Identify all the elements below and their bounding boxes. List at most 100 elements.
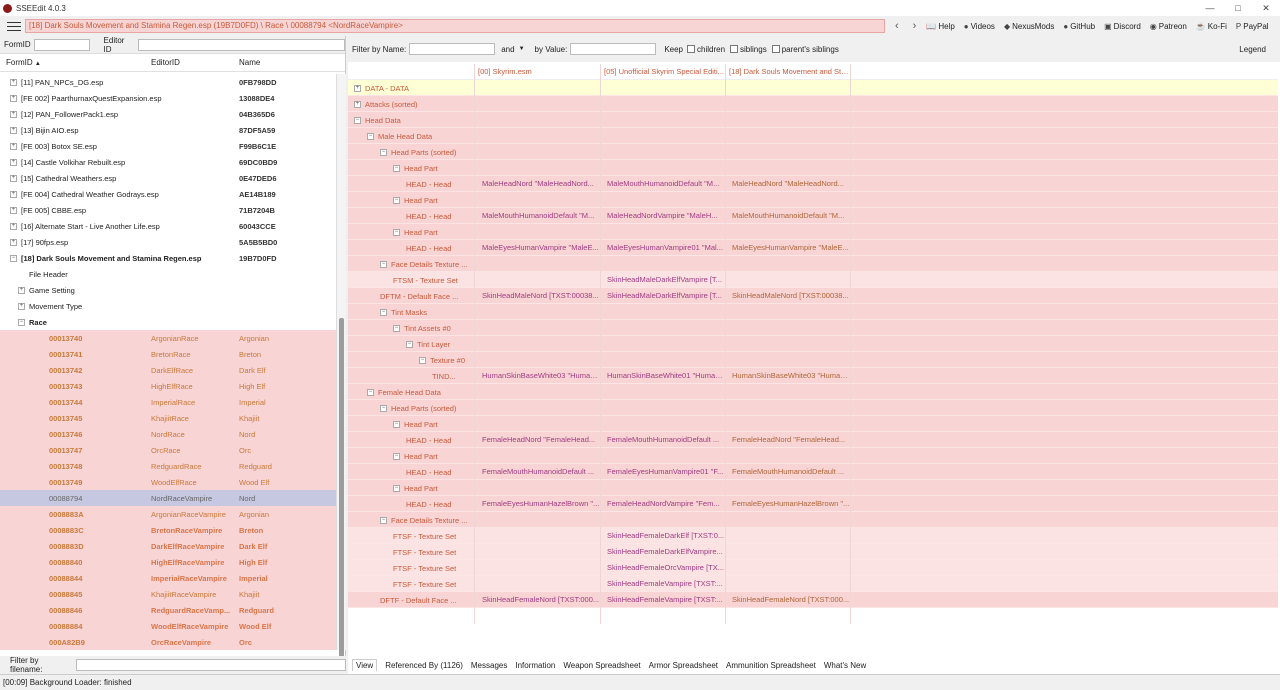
expand-icon[interactable]: −: [380, 260, 387, 268]
tree-node[interactable]: − [18] Dark Souls Movement and Stamina Re…: [0, 250, 336, 266]
grid-row[interactable]: HEAD - Head MaleEyesHumanVampire "MaleE..…: [348, 240, 1278, 256]
record-row[interactable]: 0008883C BretonRaceVampire Breton: [0, 522, 336, 538]
grid-row[interactable]: + Attacks (sorted): [348, 96, 1278, 112]
grid-row[interactable]: − Female Head Data: [348, 384, 1278, 400]
filter-value-input[interactable]: [570, 43, 657, 55]
toolbar-link-github[interactable]: ● GitHub: [1063, 22, 1095, 31]
record-row[interactable]: 00088794 NordRaceVampire Nord: [0, 490, 336, 506]
expand-icon[interactable]: −: [393, 228, 400, 236]
minimize-button[interactable]: —: [1196, 0, 1224, 16]
grid-cell-v3[interactable]: SkinHeadMaleNord [TXST:00038...: [732, 288, 850, 304]
grid-cell-v2[interactable]: MaleEyesHumanVampire01 "Mal...: [607, 240, 725, 256]
grid-row[interactable]: − Face Details Texture ...: [348, 256, 1278, 272]
grid-row[interactable]: FTSF - Texture Set SkinHeadFemaleDarkElf …: [348, 528, 1278, 544]
toolbar-link-paypal[interactable]: P PayPal: [1236, 22, 1269, 31]
tab-referenced-by[interactable]: Referenced By (1126): [385, 661, 463, 670]
tree-node[interactable]: + [16] Alternate Start - Live Another Lif…: [0, 218, 336, 234]
grid-cell-v1[interactable]: MaleEyesHumanVampire "MaleE...: [482, 240, 600, 256]
grid-cell-v2[interactable]: MaleMouthHumanoidDefault "M...: [607, 176, 725, 192]
record-row[interactable]: 00013744 ImperialRace Imperial: [0, 394, 336, 410]
record-row[interactable]: 00088846 RedguardRaceVamp... Redguard: [0, 602, 336, 618]
grid-row[interactable]: − Head Part: [348, 416, 1278, 432]
grid-row[interactable]: FTSF - Texture Set SkinHeadFemaleDarkElfV…: [348, 544, 1278, 560]
grid-cell-v1[interactable]: FemaleEyesHumanHazelBrown "...: [482, 496, 600, 512]
record-row[interactable]: 00013740 ArgonianRace Argonian: [0, 330, 336, 346]
grid-cell-v3[interactable]: HumanSkinBaseWhite03 "Human...: [732, 368, 850, 384]
column-darksouls[interactable]: [18] Dark Souls Movement and Sta...: [729, 67, 851, 76]
close-button[interactable]: ✕: [1252, 0, 1280, 16]
editorid-input[interactable]: [137, 38, 346, 51]
record-row[interactable]: 00088844 ImperialRaceVampire Imperial: [0, 570, 336, 586]
parents-siblings-checkbox[interactable]: parent's siblings: [771, 45, 839, 54]
grid-row[interactable]: − Head Part: [348, 160, 1278, 176]
grid-cell-v1[interactable]: MaleMouthHumanoidDefault "M...: [482, 208, 600, 224]
expand-icon[interactable]: −: [380, 148, 387, 156]
grid-cell-v1[interactable]: SkinHeadFemaleNord [TXST:000...: [482, 592, 600, 608]
toolbar-link-kofi[interactable]: ☕ Ko-Fi: [1196, 22, 1227, 31]
tree-node[interactable]: + [12] PAN_FollowerPack1.esp 04B365D6: [0, 106, 336, 122]
column-formid[interactable]: FormID ▲: [0, 58, 145, 67]
grid-row[interactable]: HEAD - Head MaleHeadNord "MaleHeadNord...…: [348, 176, 1278, 192]
grid-row[interactable]: − Head Part: [348, 192, 1278, 208]
grid-cell-v1[interactable]: FemaleMouthHumanoidDefault ...: [482, 464, 600, 480]
expand-icon[interactable]: +: [10, 238, 17, 246]
toolbar-link-help[interactable]: 📖 Help: [926, 22, 954, 31]
tree-node[interactable]: + [13] Bijin AIO.esp 87DF5A59: [0, 122, 336, 138]
grid-row[interactable]: − Head Data: [348, 112, 1278, 128]
grid-row[interactable]: − Head Part: [348, 448, 1278, 464]
expand-icon[interactable]: −: [393, 420, 400, 428]
filename-filter-input[interactable]: [76, 659, 346, 671]
grid-row[interactable]: − Head Part: [348, 224, 1278, 240]
expand-icon[interactable]: +: [18, 302, 25, 310]
expand-icon[interactable]: +: [10, 174, 17, 182]
expand-icon[interactable]: −: [367, 388, 374, 396]
column-skyrim[interactable]: [00] Skyrim.esm: [478, 67, 598, 76]
back-button[interactable]: ‹: [895, 20, 899, 32]
grid-cell-v2[interactable]: SkinHeadMaleDarkElfVampire [T...: [607, 288, 725, 304]
expand-icon[interactable]: +: [10, 94, 17, 102]
tree-node[interactable]: + [14] Castle Volkihar Rebuilt.esp 69DC0BD…: [0, 154, 336, 170]
forward-button[interactable]: ›: [913, 20, 917, 32]
tree-node[interactable]: + [11] PAN_NPCs_DG.esp 0FB798DD: [0, 74, 336, 90]
toolbar-link-patreon[interactable]: ◉ Patreon: [1150, 22, 1187, 31]
tab-weapon-spreadsheet[interactable]: Weapon Spreadsheet: [563, 661, 640, 670]
grid-cell-v3[interactable]: MaleMouthHumanoidDefault "M...: [732, 208, 850, 224]
expand-icon[interactable]: +: [10, 222, 17, 230]
grid-row[interactable]: HEAD - Head FemaleEyesHumanHazelBrown "..…: [348, 496, 1278, 512]
tree-node[interactable]: − Race: [0, 314, 336, 330]
record-row[interactable]: 00013746 NordRace Nord: [0, 426, 336, 442]
grid-row[interactable]: FTSF - Texture Set SkinHeadFemaleVampire …: [348, 576, 1278, 592]
record-row[interactable]: 00013749 WoodElfRace Wood Elf: [0, 474, 336, 490]
grid-cell-v3[interactable]: MaleEyesHumanVampire "MaleE...: [732, 240, 850, 256]
column-name[interactable]: Name: [233, 58, 323, 67]
tree-node[interactable]: + [FE 004] Cathedral Weather Godrays.esp A…: [0, 186, 336, 202]
tree-node[interactable]: File Header: [0, 266, 336, 282]
grid-cell-v1[interactable]: FemaleHeadNord "FemaleHead...: [482, 432, 600, 448]
expand-icon[interactable]: +: [10, 190, 17, 198]
grid-cell-v2[interactable]: SkinHeadFemaleVampire [TXST:...: [607, 576, 725, 592]
tab-messages[interactable]: Messages: [471, 661, 507, 670]
expand-icon[interactable]: −: [393, 452, 400, 460]
expand-icon[interactable]: −: [380, 308, 387, 316]
column-editorid[interactable]: EditorID: [145, 58, 233, 67]
tree-node[interactable]: + [FE 005] CBBE.esp 71B7204B: [0, 202, 336, 218]
record-row[interactable]: 00013748 RedguardRace Redguard: [0, 458, 336, 474]
record-row[interactable]: 00013743 HighElfRace High Elf: [0, 378, 336, 394]
grid-cell-v2[interactable]: FemaleEyesHumanVampire01 "F...: [607, 464, 725, 480]
grid-cell-v1[interactable]: SkinHeadMaleNord [TXST:00038...: [482, 288, 600, 304]
filter-name-input[interactable]: [409, 43, 496, 55]
grid-cell-v3[interactable]: FemaleMouthHumanoidDefault ...: [732, 464, 850, 480]
grid-cell-v1[interactable]: MaleHeadNord "MaleHeadNord...: [482, 176, 600, 192]
grid-row[interactable]: + DATA - DATA: [348, 80, 1278, 96]
grid-row[interactable]: FTSF - Texture Set SkinHeadFemaleOrcVampi…: [348, 560, 1278, 576]
column-ussep[interactable]: [05] Unofficial Skyrim Special Editi...: [604, 67, 724, 76]
grid-cell-v2[interactable]: SkinHeadFemaleDarkElfVampire...: [607, 544, 725, 560]
maximize-button[interactable]: □: [1224, 0, 1252, 16]
record-grid[interactable]: [00] Skyrim.esm [05] Unofficial Skyrim S…: [348, 64, 1278, 624]
expand-icon[interactable]: −: [354, 116, 361, 124]
and-dropdown-icon[interactable]: ▼: [519, 46, 525, 52]
expand-icon[interactable]: −: [380, 516, 387, 524]
expand-icon[interactable]: −: [393, 196, 400, 204]
tab-armor-spreadsheet[interactable]: Armor Spreadsheet: [649, 661, 718, 670]
record-row[interactable]: 00013745 KhajiitRace Khajiit: [0, 410, 336, 426]
